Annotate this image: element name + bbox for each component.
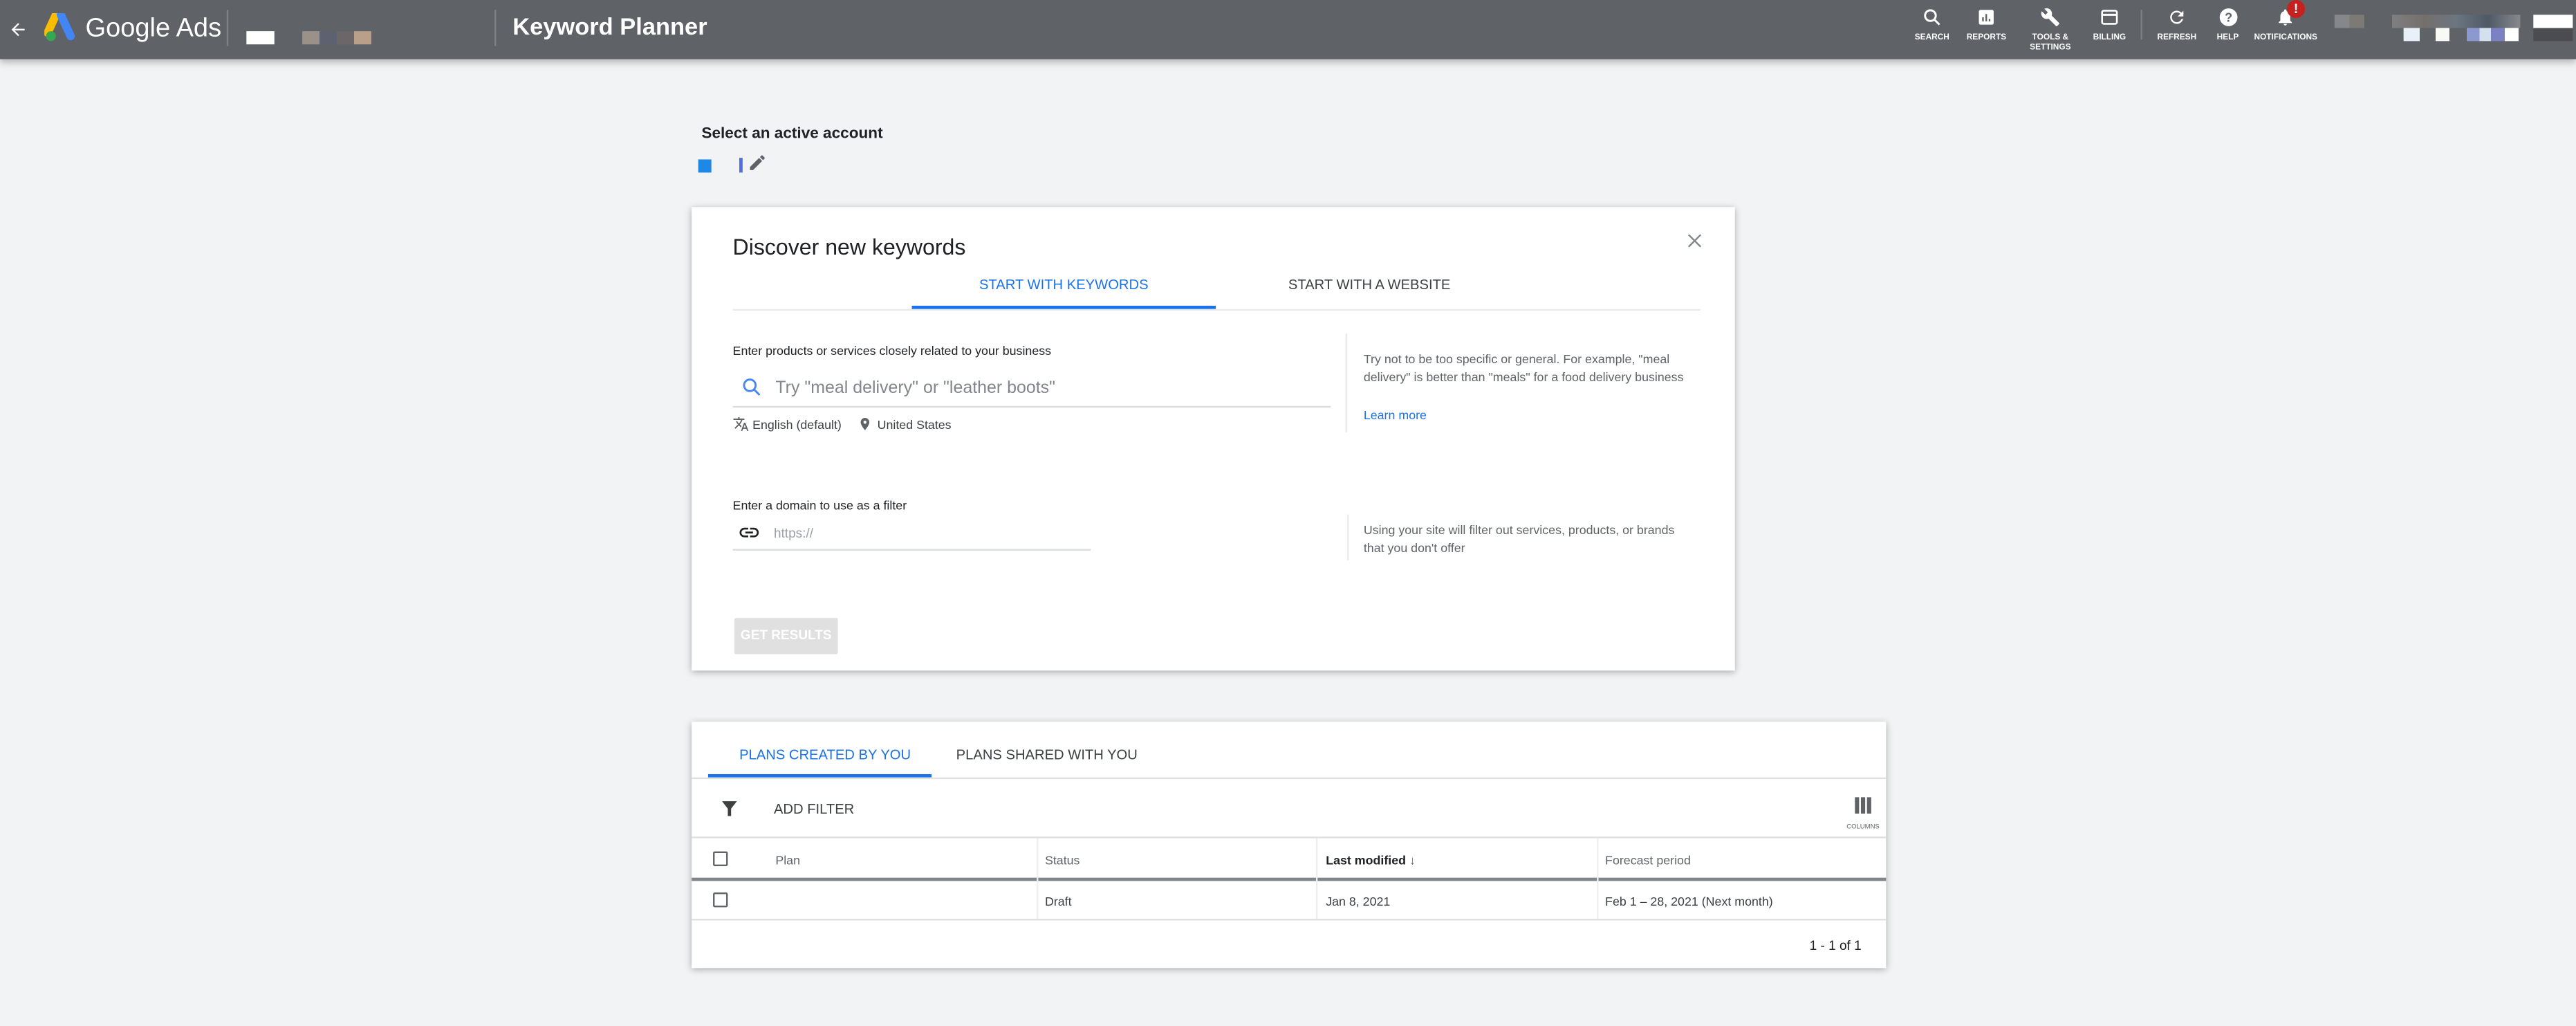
redacted-account-name bbox=[246, 31, 275, 45]
hint-divider bbox=[1347, 514, 1349, 561]
redacted-user-info bbox=[2334, 15, 2364, 28]
active-tab-indicator bbox=[911, 305, 1216, 309]
refresh-icon bbox=[2170, 10, 2184, 24]
page-title: Keyword Planner bbox=[512, 15, 707, 42]
hint-divider bbox=[1345, 333, 1348, 432]
google-ads-logo-icon bbox=[44, 13, 75, 42]
app-name: Google Ads bbox=[85, 15, 222, 43]
redacted-account-name bbox=[739, 158, 743, 173]
redacted-user-detail bbox=[2403, 28, 2519, 42]
columns-icon bbox=[1855, 797, 1871, 814]
nav-refresh-button[interactable]: REFRESH bbox=[2157, 7, 2196, 43]
keywords-hint: Try not to be too specific or general. F… bbox=[1363, 351, 1684, 385]
nav-label: REFRESH bbox=[2157, 33, 2197, 43]
get-results-button[interactable]: GET RESULTS bbox=[734, 618, 838, 654]
nav-tools-settings-button[interactable]: TOOLS & SETTINGS bbox=[2028, 7, 2074, 53]
notification-badge: ! bbox=[2286, 0, 2306, 19]
domain-hint: Using your site will filter out services… bbox=[1363, 522, 1675, 556]
column-header-status[interactable]: Status bbox=[1045, 853, 1080, 868]
nav-help-button[interactable]: ? HELP bbox=[2212, 7, 2245, 43]
close-icon[interactable] bbox=[1685, 232, 1703, 250]
location-selector[interactable]: United States bbox=[878, 417, 952, 432]
account-selector-label: Select an active account bbox=[701, 125, 883, 143]
wrench-icon bbox=[2041, 8, 2059, 27]
reports-icon bbox=[1979, 10, 1994, 25]
nav-label: NOTIFICATIONS bbox=[2254, 33, 2317, 43]
domain-input[interactable]: https:// bbox=[774, 526, 1091, 540]
redacted-user-email bbox=[2392, 15, 2521, 28]
location-pin-icon bbox=[860, 418, 870, 430]
row-checkbox[interactable] bbox=[713, 892, 728, 908]
sort-descending-icon: ↓ bbox=[1409, 852, 1416, 868]
back-arrow-icon[interactable] bbox=[8, 20, 28, 40]
discover-keywords-dialog: Discover new keywords START WITH KEYWORD… bbox=[692, 207, 1735, 671]
dialog-title: Discover new keywords bbox=[732, 235, 966, 260]
billing-icon bbox=[2101, 10, 2118, 25]
domain-label: Enter a domain to use as a filter bbox=[732, 497, 907, 513]
help-icon: ? bbox=[2218, 8, 2237, 26]
filter-icon[interactable] bbox=[720, 799, 740, 819]
nav-label: SETTINGS bbox=[2030, 42, 2071, 53]
cell-status: Draft bbox=[1044, 894, 1072, 909]
nav-label: BILLING bbox=[2093, 33, 2126, 43]
input-underline bbox=[732, 405, 1331, 408]
table-row[interactable]: Draft Jan 8, 2021 Feb 1 – 28, 2021 (Next… bbox=[692, 881, 1887, 921]
keywords-input[interactable]: Try "meal delivery" or "leather boots" bbox=[775, 378, 1331, 398]
nav-search-button[interactable]: SEARCH bbox=[1912, 7, 1952, 43]
tab-divider bbox=[732, 309, 1701, 311]
column-header-plan[interactable]: Plan bbox=[775, 853, 800, 868]
pagination-summary: 1 - 1 of 1 bbox=[1809, 938, 1862, 953]
nav-label: SEARCH bbox=[1914, 33, 1949, 43]
tab-start-with-keywords[interactable]: START WITH KEYWORDS bbox=[912, 276, 1216, 293]
nav-billing-button[interactable]: BILLING bbox=[2090, 7, 2129, 43]
column-header-forecast-period[interactable]: Forecast period bbox=[1605, 853, 1691, 868]
nav-label: HELP bbox=[2216, 33, 2239, 43]
cell-forecast-period: Feb 1 – 28, 2021 (Next month) bbox=[1605, 894, 1773, 909]
divider bbox=[692, 777, 1887, 780]
redacted-account-id bbox=[302, 31, 371, 45]
tab-plans-created-by-you[interactable]: PLANS CREATED BY YOU bbox=[739, 746, 911, 763]
columns-button[interactable]: COLUMNS bbox=[1842, 792, 1884, 830]
cell-last-modified: Jan 8, 2021 bbox=[1326, 894, 1391, 909]
nav-notifications-button[interactable]: NOTIFICATIONS ! bbox=[2254, 0, 2317, 43]
add-filter-button[interactable]: ADD FILTER bbox=[774, 800, 854, 817]
column-header-last-modified[interactable]: Last modified ↓ bbox=[1326, 853, 1416, 868]
plans-table-card: PLANS CREATED BY YOU PLANS SHARED WITH Y… bbox=[692, 721, 1887, 969]
edit-pencil-icon[interactable] bbox=[748, 153, 768, 173]
nav-label: TOOLS & bbox=[2032, 33, 2069, 43]
search-icon bbox=[743, 378, 761, 396]
account-color-marker bbox=[698, 159, 712, 173]
header-label: Last modified bbox=[1326, 852, 1407, 868]
nav-label: REPORTS bbox=[1966, 33, 2007, 43]
tab-plans-shared-with-you[interactable]: PLANS SHARED WITH YOU bbox=[956, 746, 1138, 763]
select-all-checkbox[interactable] bbox=[713, 851, 728, 866]
translate-icon bbox=[733, 417, 749, 431]
learn-more-link[interactable]: Learn more bbox=[1364, 407, 1427, 422]
nav-reports-button[interactable]: REPORTS bbox=[1967, 7, 2006, 43]
language-selector[interactable]: English (default) bbox=[752, 417, 842, 432]
tab-start-with-website[interactable]: START WITH A WEBSITE bbox=[1217, 276, 1521, 293]
keywords-label: Enter products or services closely relat… bbox=[732, 343, 1052, 358]
input-underline bbox=[732, 549, 1091, 551]
columns-label: COLUMNS bbox=[1846, 821, 1880, 830]
link-icon bbox=[739, 527, 759, 538]
avatar[interactable] bbox=[2533, 15, 2573, 42]
svg-text:?: ? bbox=[2224, 10, 2232, 24]
table-header-row: Plan Status Last modified ↓ Forecast per… bbox=[692, 839, 1886, 881]
top-app-bar: Google Ads Keyword Planner SEARCH REPORT… bbox=[0, 0, 2576, 59]
search-icon bbox=[1924, 9, 1940, 26]
